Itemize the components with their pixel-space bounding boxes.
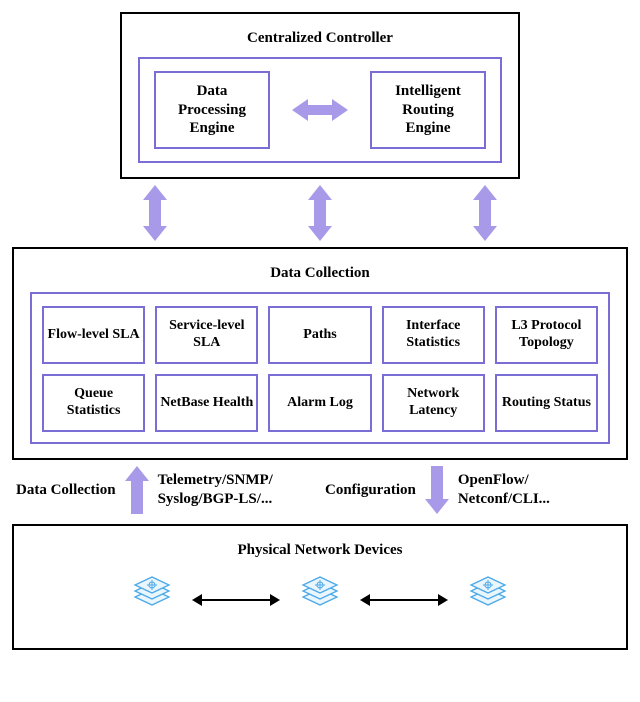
dc-item-paths: Paths — [268, 306, 371, 364]
network-device-icon — [466, 575, 510, 624]
bidirectional-arrow-icon — [309, 185, 331, 241]
configuration-label: Configuration — [325, 482, 416, 499]
config-protocols: OpenFlow/ Netconf/CLI... — [458, 471, 550, 509]
dc-item-queue: Queue Statistics — [42, 374, 145, 432]
dc-item-routing: Routing Status — [495, 374, 598, 432]
data-collection-title: Data Collection — [30, 259, 610, 292]
protocol-row: Data Collection Telemetry/SNMP/ Syslog/B… — [12, 460, 628, 524]
network-device-icon — [130, 575, 174, 624]
dc-item-l3-topology: L3 Protocol Topology — [495, 306, 598, 364]
data-collection-label: Data Collection — [16, 482, 116, 499]
dc-item-alarm: Alarm Log — [268, 374, 371, 432]
dc-item-interface: Interface Statistics — [382, 306, 485, 364]
controller-to-collection-arrows — [12, 179, 628, 247]
dc-item-latency: Network Latency — [382, 374, 485, 432]
data-collection-grid: Flow-level SLA Service-level SLA Paths I… — [30, 292, 610, 444]
controller-inner-frame: Data Processing Engine Intelligent Routi… — [138, 57, 502, 163]
bidirectional-arrow-icon — [192, 593, 280, 607]
bidirectional-arrow-icon — [144, 185, 166, 241]
up-arrow-icon — [126, 466, 148, 514]
bidirectional-arrow-icon — [474, 185, 496, 241]
data-collection-box: Data Collection Flow-level SLA Service-l… — [12, 247, 628, 460]
centralized-controller-box: Centralized Controller Data Processing E… — [120, 12, 520, 179]
devices-title: Physical Network Devices — [38, 540, 602, 569]
physical-devices-box: Physical Network Devices — [12, 524, 628, 650]
dc-item-service-sla: Service-level SLA — [155, 306, 258, 364]
bidirectional-arrow-icon — [360, 593, 448, 607]
dc-item-netbase: NetBase Health — [155, 374, 258, 432]
down-arrow-icon — [426, 466, 448, 514]
controller-title: Centralized Controller — [138, 24, 502, 57]
bidirectional-arrow-icon — [292, 101, 348, 119]
dc-item-flow-sla: Flow-level SLA — [42, 306, 145, 364]
ire-label: Intelligent Routing Engine — [395, 82, 461, 138]
data-processing-engine-box: Data Processing Engine — [154, 71, 270, 149]
collection-protocols: Telemetry/SNMP/ Syslog/BGP-LS/... — [158, 471, 273, 509]
network-device-icon — [298, 575, 342, 624]
intelligent-routing-engine-box: Intelligent Routing Engine — [370, 71, 486, 149]
dpe-label: Data Processing Engine — [178, 82, 246, 138]
